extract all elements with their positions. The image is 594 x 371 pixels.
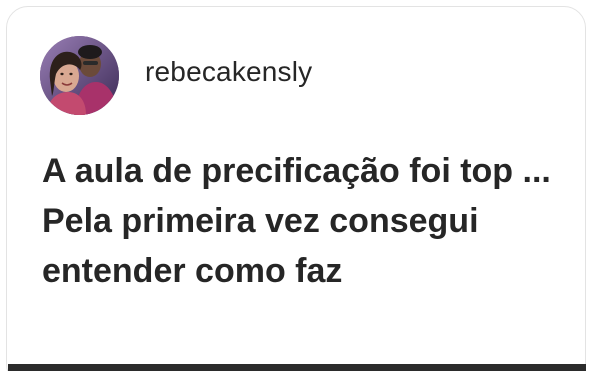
avatar[interactable] bbox=[40, 36, 119, 115]
screenshot-canvas: rebecakensly A aula de precificação foi … bbox=[0, 0, 594, 371]
comment-text: A aula de precificação foi top ... Pela … bbox=[42, 152, 551, 290]
bottom-divider bbox=[8, 364, 586, 371]
comment-header: rebecakensly bbox=[40, 36, 312, 115]
username[interactable]: rebecakensly bbox=[145, 56, 312, 88]
profile-photo-icon bbox=[40, 36, 119, 115]
